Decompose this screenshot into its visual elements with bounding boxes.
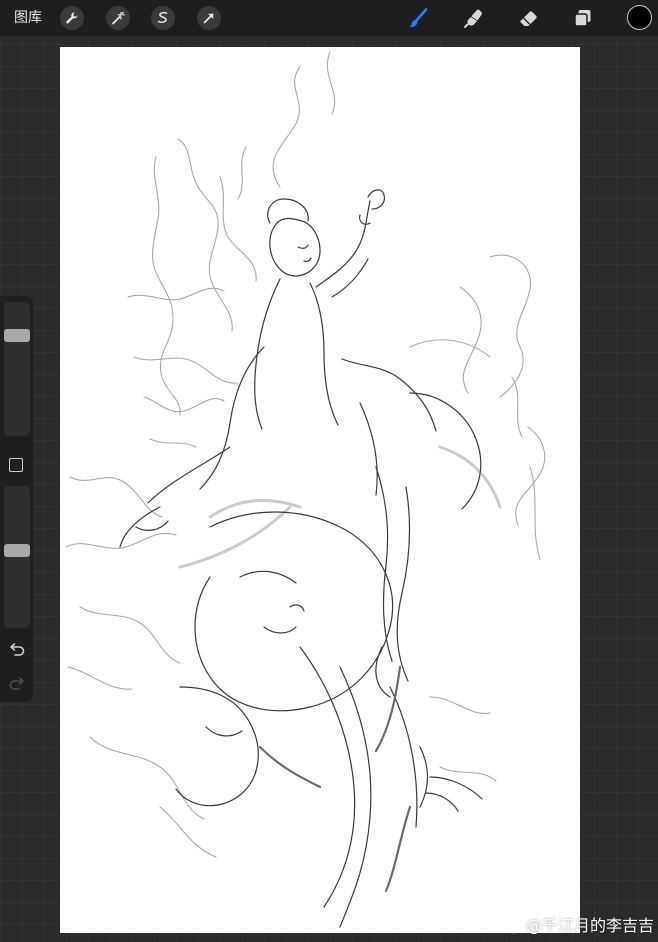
watermark: @千江月的李吉吉 (505, 916, 654, 936)
redo-icon[interactable] (8, 676, 26, 692)
color-picker-button[interactable] (627, 5, 652, 30)
pencil-sketch (65, 51, 546, 928)
transform-arrow-icon[interactable] (197, 6, 221, 30)
opacity-thumb[interactable] (4, 544, 30, 558)
gallery-button[interactable]: 图库 (14, 9, 42, 27)
top-toolbar: 图库 (0, 0, 658, 36)
brush-sidebar (0, 296, 33, 702)
weibo-icon (505, 919, 522, 934)
eraser-icon[interactable] (516, 6, 540, 30)
wrench-icon[interactable] (60, 6, 84, 30)
undo-icon[interactable] (8, 642, 26, 658)
layers-icon[interactable] (571, 6, 595, 30)
modify-button[interactable] (9, 458, 23, 472)
smudge-icon[interactable] (462, 6, 486, 30)
magic-wand-icon[interactable] (106, 6, 130, 30)
watermark-text: @千江月的李吉吉 (525, 916, 654, 935)
drawing-canvas[interactable] (60, 47, 580, 933)
brush-size-thumb[interactable] (4, 328, 30, 342)
selection-icon[interactable] (151, 6, 175, 30)
brush-icon[interactable] (406, 6, 430, 30)
brush-size-slider[interactable] (4, 302, 30, 436)
